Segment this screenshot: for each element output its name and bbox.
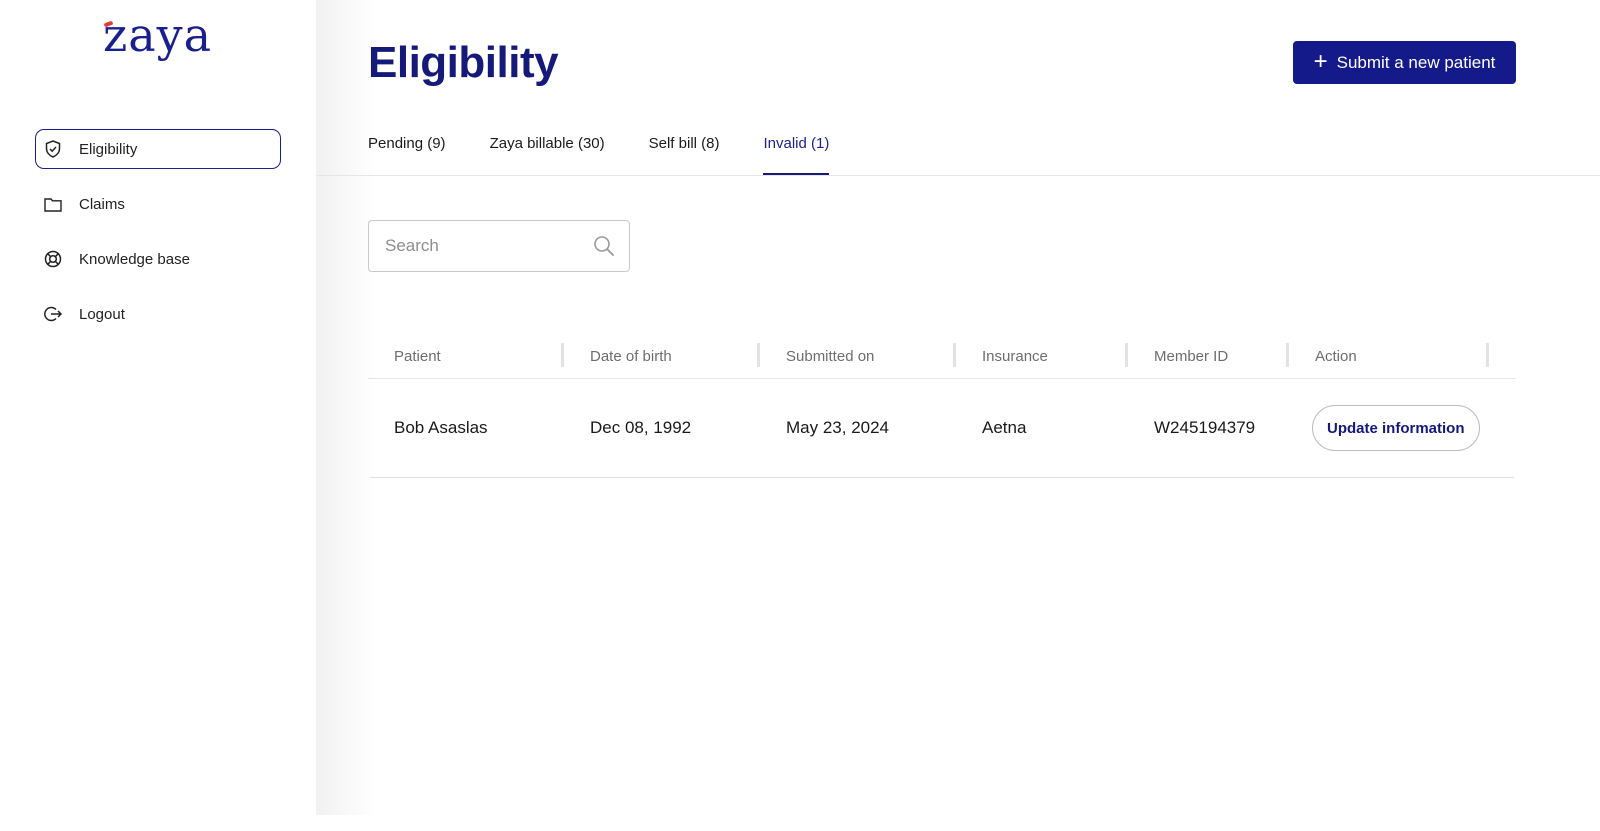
- cell-action: Update information: [1291, 405, 1491, 451]
- search-box: [368, 220, 630, 272]
- column-header-submitted-on[interactable]: Submitted on: [760, 334, 956, 378]
- lifebuoy-icon: [44, 250, 62, 268]
- tabs-divider: [316, 175, 1600, 176]
- submit-button-label: Submit a new patient: [1336, 52, 1496, 72]
- column-resize-handle[interactable]: [1486, 343, 1489, 367]
- column-header-label: Submitted on: [786, 347, 875, 365]
- tab-invalid[interactable]: Invalid (1): [763, 130, 829, 176]
- column-header-patient[interactable]: Patient: [368, 334, 564, 378]
- cell-submitted-on: May 23, 2024: [786, 418, 890, 437]
- column-header-label: Insurance: [982, 347, 1048, 365]
- logout-icon: [44, 305, 62, 323]
- sidebar-item-knowledge-base[interactable]: Knowledge base: [35, 239, 281, 279]
- column-header-label: Patient: [394, 347, 441, 365]
- cell-member-id: W245194379: [1154, 418, 1256, 437]
- column-header-insurance[interactable]: Insurance: [956, 334, 1128, 378]
- column-header-member-id[interactable]: Member ID: [1128, 334, 1289, 378]
- column-header-label: Member ID: [1154, 347, 1229, 365]
- tab-zaya-billable[interactable]: Zaya billable (30): [490, 130, 605, 176]
- sidebar-item-label: Eligibility: [79, 140, 138, 158]
- sidebar-item-logout[interactable]: Logout: [35, 294, 281, 334]
- folder-icon: [44, 195, 62, 213]
- search-input[interactable]: [385, 236, 575, 256]
- cell-patient: Bob Asaslas: [394, 418, 488, 437]
- update-information-button[interactable]: Update information: [1312, 405, 1480, 451]
- status-tabs: Pending (9) Zaya billable (30) Self bill…: [368, 130, 873, 176]
- cell-insurance: Aetna: [982, 418, 1027, 437]
- page-title: Eligibility: [368, 38, 559, 87]
- tab-pending[interactable]: Pending (9): [368, 130, 446, 176]
- sidebar-item-label: Claims: [79, 195, 125, 213]
- table-row: Bob Asaslas Dec 08, 1992 May 23, 2024 Ae…: [370, 379, 1514, 478]
- plus-icon: +: [1313, 47, 1328, 75]
- sidebar-divider-shadow: [316, 0, 376, 815]
- column-header-action[interactable]: Action: [1289, 334, 1489, 378]
- sidebar-item-eligibility[interactable]: Eligibility: [35, 129, 281, 169]
- sidebar-item-claims[interactable]: Claims: [35, 184, 281, 224]
- column-header-label: Action: [1315, 347, 1357, 365]
- sidebar: zaya Eligibility Claims Knowledge base L…: [0, 0, 316, 831]
- table-header: Patient Date of birth Submitted on Insur…: [368, 334, 1516, 379]
- sidebar-item-label: Logout: [79, 305, 125, 323]
- logo[interactable]: zaya: [103, 12, 212, 58]
- cell-date-of-birth: Dec 08, 1992: [590, 418, 692, 437]
- column-header-label: Date of birth: [590, 347, 672, 365]
- submit-new-patient-button[interactable]: + Submit a new patient: [1293, 41, 1516, 84]
- tab-self-bill[interactable]: Self bill (8): [649, 130, 720, 176]
- patients-table: Patient Date of birth Submitted on Insur…: [368, 334, 1516, 478]
- search-icon[interactable]: [593, 235, 615, 257]
- sidebar-nav: Eligibility Claims Knowledge base Logout: [35, 129, 281, 349]
- sidebar-item-label: Knowledge base: [79, 250, 190, 268]
- column-header-date-of-birth[interactable]: Date of birth: [564, 334, 760, 378]
- shield-check-icon: [44, 140, 62, 158]
